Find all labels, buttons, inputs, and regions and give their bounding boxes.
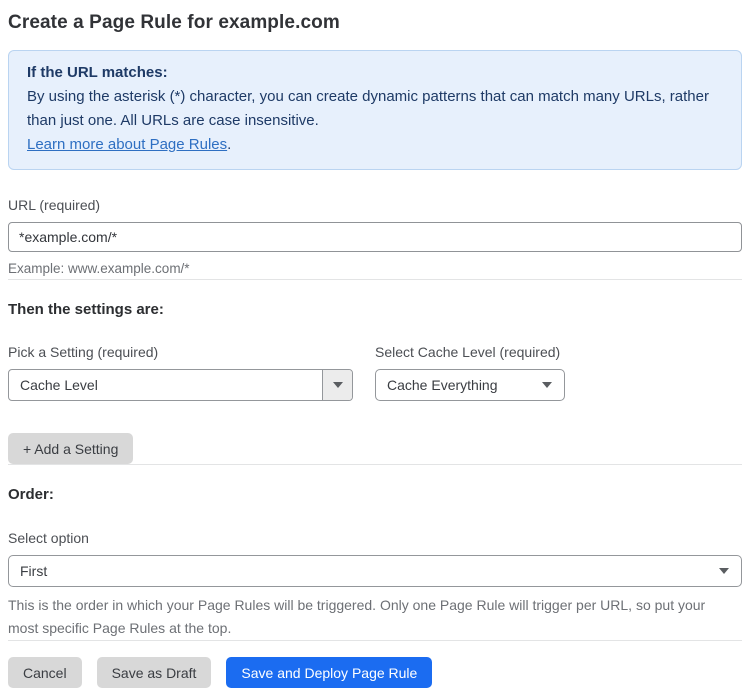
- order-select[interactable]: First: [8, 555, 742, 587]
- learn-more-link[interactable]: Learn more about Page Rules: [27, 136, 227, 153]
- settings-row: Pick a Setting (required) Cache Level Se…: [8, 343, 742, 401]
- create-page-rule-form: Create a Page Rule for example.com If th…: [0, 0, 750, 688]
- add-setting-button[interactable]: + Add a Setting: [8, 433, 134, 464]
- save-as-draft-button[interactable]: Save as Draft: [96, 657, 212, 688]
- info-box-heading: If the URL matches:: [27, 64, 168, 81]
- save-and-deploy-button[interactable]: Save and Deploy Page Rule: [226, 657, 433, 688]
- cache-level-column: Select Cache Level (required) Cache Ever…: [375, 343, 565, 401]
- chevron-down-glyph: [719, 568, 729, 574]
- chevron-down-icon: [719, 568, 741, 574]
- setting-picker-select[interactable]: Cache Level: [8, 369, 353, 401]
- url-helper-text: Example: www.example.com/*: [8, 261, 190, 276]
- setting-picker-column: Pick a Setting (required) Cache Level: [8, 343, 353, 401]
- section-divider: [8, 279, 742, 280]
- footer-divider: [8, 640, 742, 641]
- setting-picker-label: Pick a Setting (required): [8, 344, 159, 360]
- url-field-label: URL (required): [8, 197, 101, 213]
- section-divider: [8, 464, 742, 465]
- order-select-value: First: [20, 563, 48, 579]
- settings-section-heading: Then the settings are:: [8, 301, 164, 318]
- page-title: Create a Page Rule for example.com: [8, 12, 340, 33]
- chevron-down-glyph: [332, 382, 343, 388]
- order-section-heading: Order:: [8, 486, 54, 503]
- cache-level-label: Select Cache Level (required): [375, 344, 561, 360]
- info-box-link-line: Learn more about Page Rules.: [27, 133, 723, 157]
- link-suffix: .: [227, 136, 232, 153]
- cache-level-value: Cache Everything: [387, 377, 498, 393]
- setting-picker-value: Cache Level: [20, 377, 98, 393]
- chevron-down-glyph: [542, 382, 552, 388]
- chevron-down-icon: [542, 382, 564, 388]
- order-helper-text: This is the order in which your Page Rul…: [8, 597, 706, 636]
- url-input[interactable]: [8, 222, 742, 252]
- cache-level-select[interactable]: Cache Everything: [375, 369, 565, 401]
- order-select-label: Select option: [8, 530, 89, 546]
- info-box-body: By using the asterisk (*) character, you…: [27, 88, 709, 129]
- chevron-down-icon[interactable]: [322, 370, 352, 400]
- footer-actions: Cancel Save as Draft Save and Deploy Pag…: [8, 657, 742, 688]
- cancel-button[interactable]: Cancel: [8, 657, 82, 688]
- url-matches-info-box: If the URL matches: By using the asteris…: [8, 50, 742, 170]
